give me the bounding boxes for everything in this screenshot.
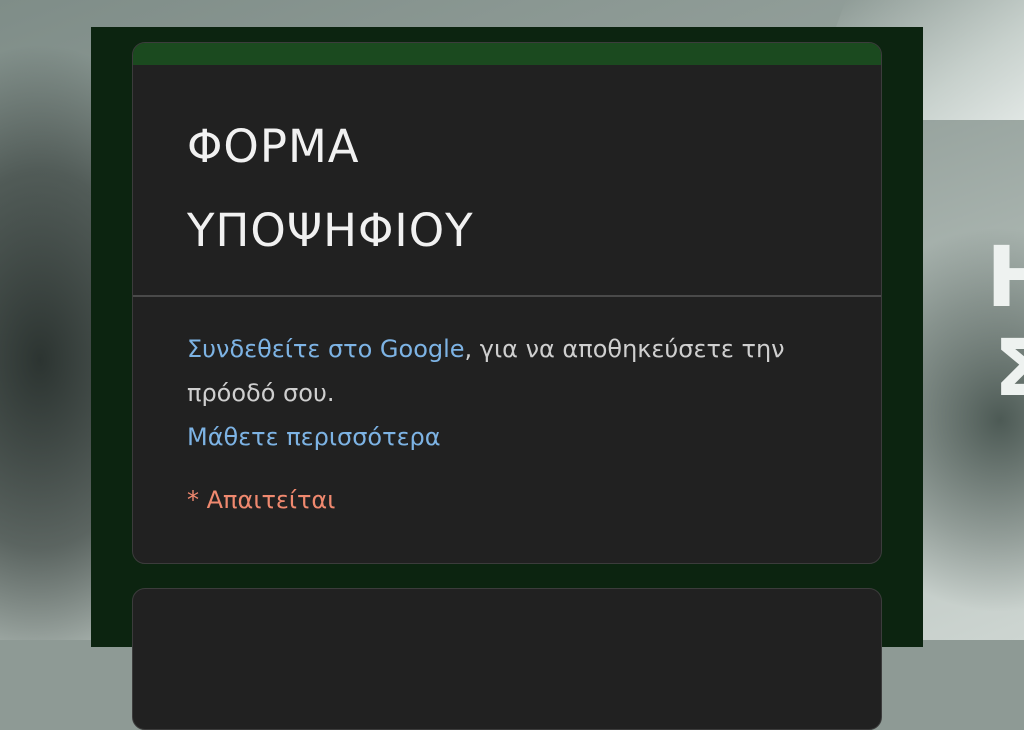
next-question-card: [132, 588, 882, 730]
signin-link[interactable]: Συνδεθείτε στο Google: [187, 335, 465, 363]
header-divider: [133, 295, 881, 297]
form-title: ΦΟΡΜΑ ΥΠΟΨΗΦΙΟΥ: [187, 105, 787, 273]
form-title-line1: ΦΟΡΜΑ: [187, 120, 360, 173]
form-title-line2: ΥΠΟΨΗΦΙΟΥ: [187, 204, 474, 257]
required-note: * Απαιτείται: [187, 486, 336, 514]
background-poster-letters: H Σ: [986, 228, 1024, 414]
signin-prompt: Συνδεθείτε στο Google, για να αποθηκεύσε…: [187, 327, 827, 459]
form-header-card: ΦΟΡΜΑ ΥΠΟΨΗΦΙΟΥ Συνδεθείτε στο Google, γ…: [132, 42, 882, 564]
form-accent-bar: [133, 43, 881, 65]
form-screen: ΦΟΡΜΑ ΥΠΟΨΗΦΙΟΥ Συνδεθείτε στο Google, γ…: [91, 27, 923, 730]
learn-more-link[interactable]: Μάθετε περισσότερα: [187, 423, 441, 451]
